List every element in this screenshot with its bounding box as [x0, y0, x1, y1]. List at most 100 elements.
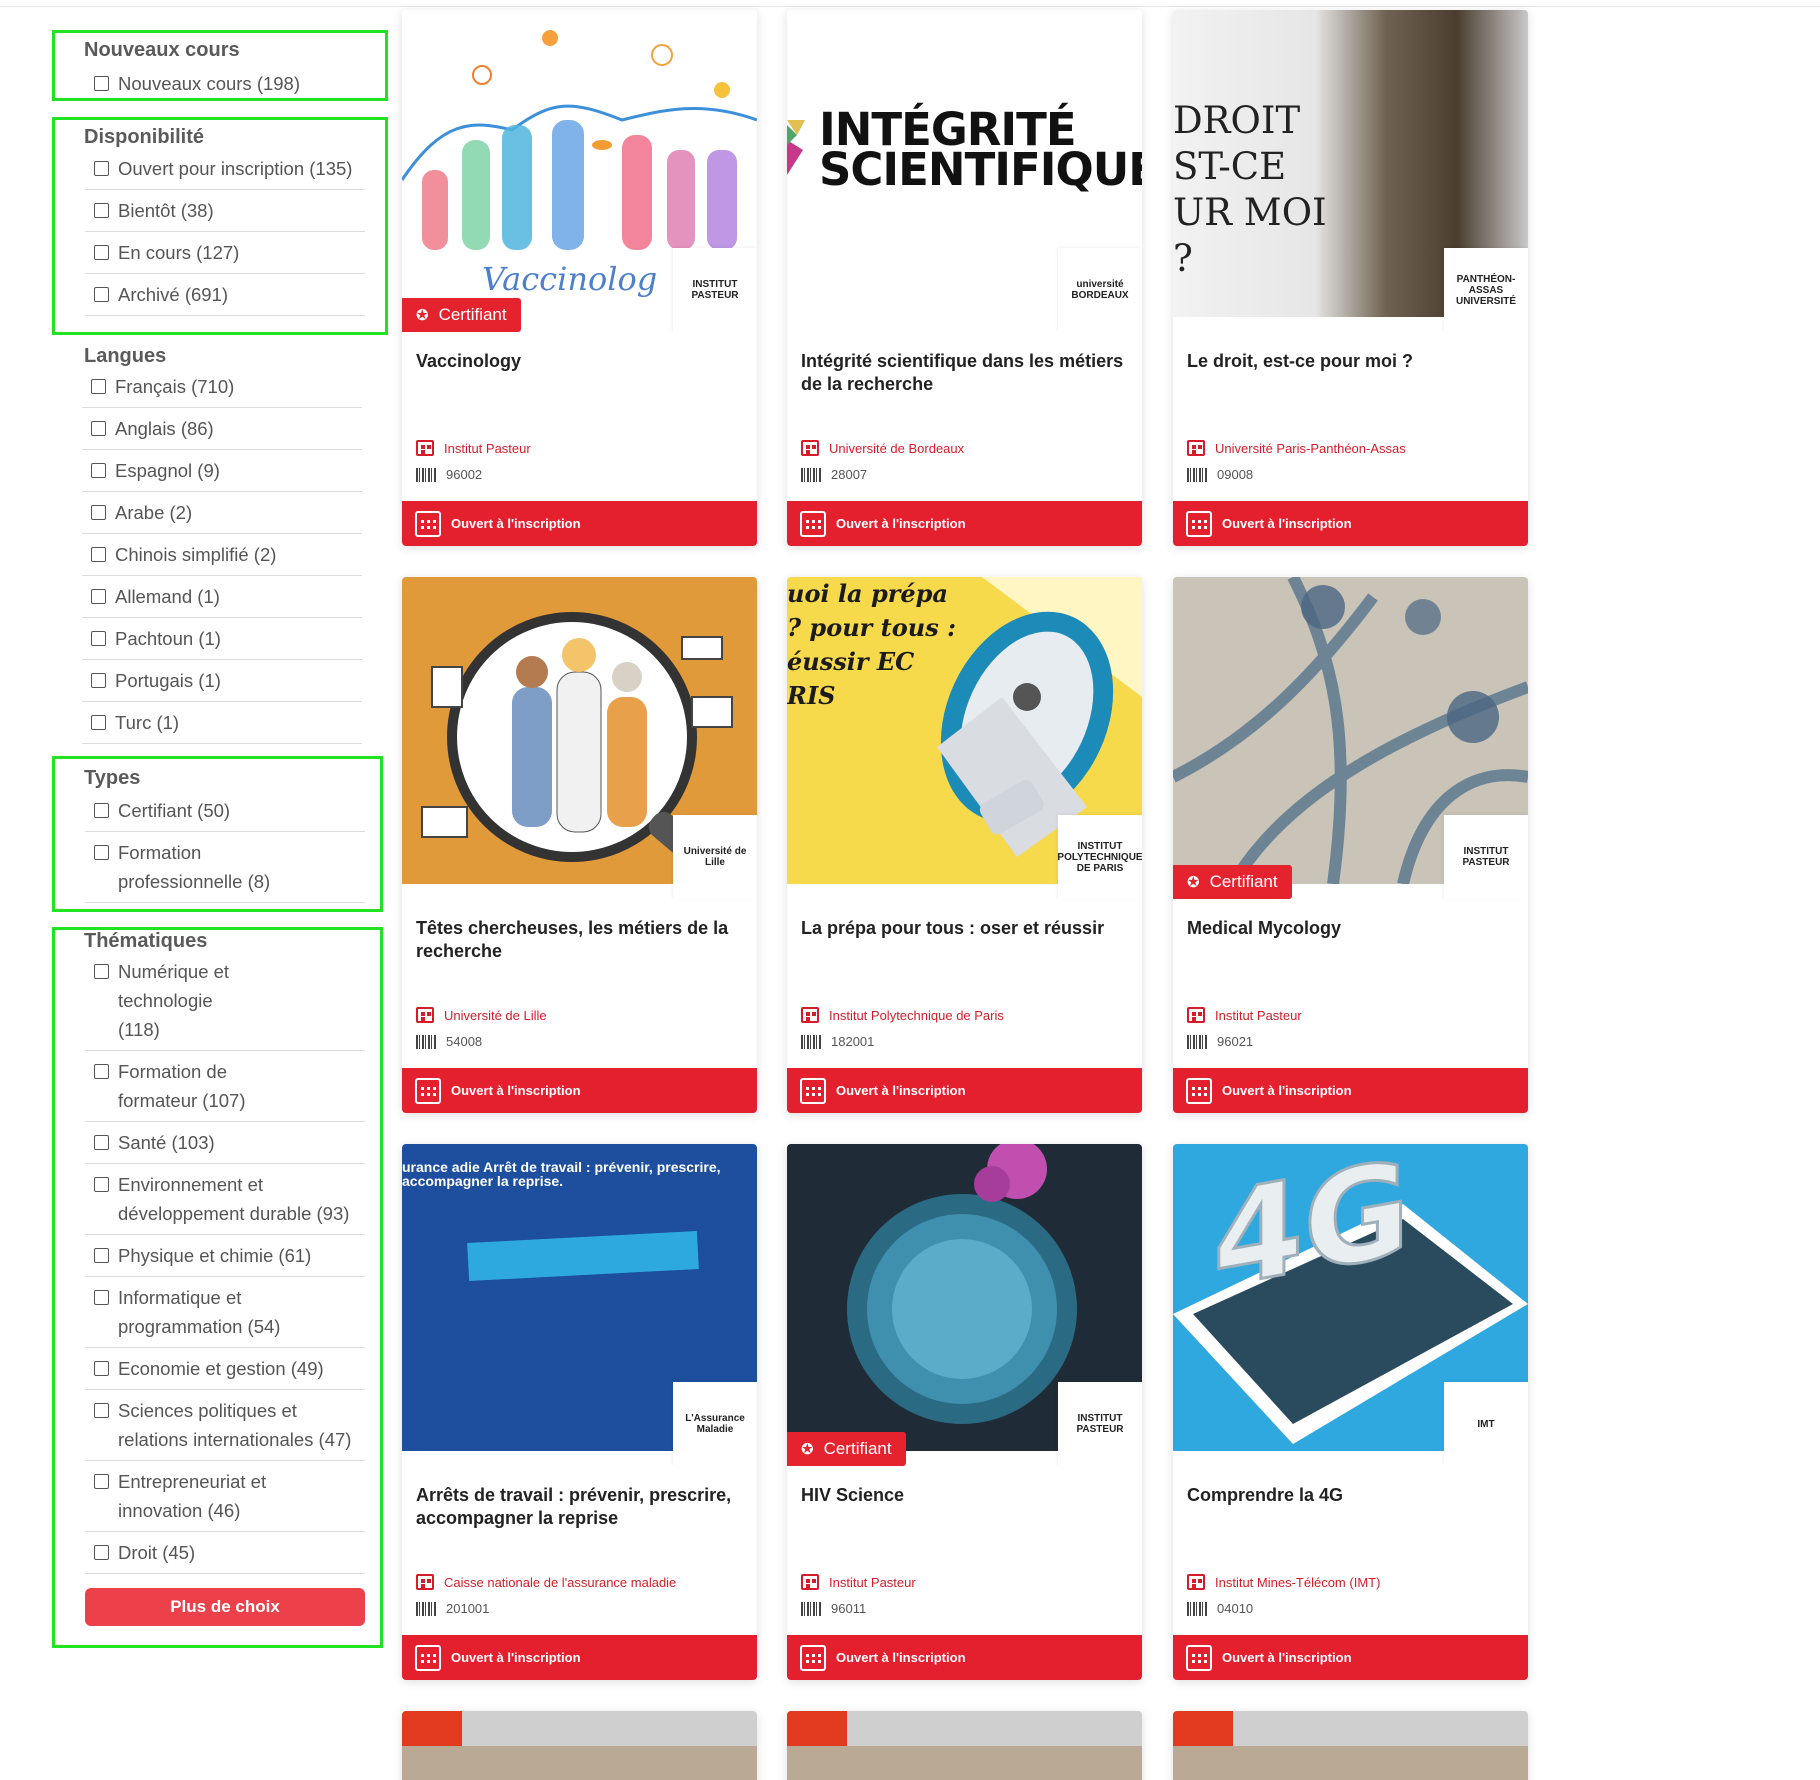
- checkbox[interactable]: [91, 547, 106, 562]
- course-code: 182001: [801, 1034, 874, 1049]
- filter-group-new-courses: Nouveaux cours Nouveaux cours (198): [52, 30, 388, 101]
- course-card-partial[interactable]: [787, 1711, 1142, 1780]
- checkbox[interactable]: [91, 589, 106, 604]
- course-title[interactable]: Arrêts de travail : prévenir, prescrire,…: [416, 1484, 746, 1530]
- filter-option[interactable]: Allemand (1): [82, 576, 362, 618]
- filter-option[interactable]: Informatique et programmation (54): [85, 1277, 365, 1348]
- institution-logo: INSTITUT PASTEUR: [1058, 1382, 1142, 1466]
- enrollment-status-bar[interactable]: Ouvert à l'inscription: [1173, 501, 1528, 546]
- enrollment-status-bar[interactable]: Ouvert à l'inscription: [787, 1068, 1142, 1113]
- course-title[interactable]: HIV Science: [801, 1484, 1131, 1507]
- certificate-badge: ✪ Certifiant: [1173, 865, 1292, 899]
- course-title[interactable]: Le droit, est-ce pour moi ?: [1187, 350, 1517, 373]
- filter-option[interactable]: Anglais (86): [82, 408, 362, 450]
- course-organization: Institut Pasteur: [801, 1574, 916, 1590]
- filter-option[interactable]: Numérique et technologie (118): [85, 953, 365, 1051]
- enrollment-status-bar[interactable]: Ouvert à l'inscription: [402, 1635, 757, 1680]
- course-organization: Université de Bordeaux: [801, 440, 964, 456]
- course-card-partial[interactable]: [1173, 1711, 1528, 1780]
- checkbox[interactable]: [94, 1361, 109, 1376]
- filter-option[interactable]: Entrepreneuriat et innovation (46): [85, 1461, 365, 1532]
- course-title[interactable]: Vaccinology: [416, 350, 746, 373]
- filter-option[interactable]: Environnement et développement durable (…: [85, 1164, 365, 1235]
- checkbox[interactable]: [91, 631, 106, 646]
- filter-option[interactable]: Français (710): [82, 368, 362, 408]
- course-title[interactable]: Intégrité scientifique dans les métiers …: [801, 350, 1131, 396]
- enrollment-status-bar[interactable]: Ouvert à l'inscription: [787, 501, 1142, 546]
- enrollment-status-bar[interactable]: Ouvert à l'inscription: [787, 1635, 1142, 1680]
- filter-option[interactable]: Droit (45): [85, 1532, 365, 1574]
- checkbox[interactable]: [94, 1545, 109, 1560]
- filter-option[interactable]: Pachtoun (1): [82, 618, 362, 660]
- course-code: 54008: [416, 1034, 482, 1049]
- filter-option[interactable]: Portugais (1): [82, 660, 362, 702]
- checkbox[interactable]: [94, 245, 109, 260]
- filter-option[interactable]: Bientôt (38): [85, 190, 365, 232]
- filter-option[interactable]: En cours (127): [85, 232, 365, 274]
- course-organization: Institut Pasteur: [1187, 1007, 1302, 1023]
- course-card[interactable]: uoi la prépa ? pour tous : éussir EC RIS…: [787, 577, 1142, 1113]
- filter-option[interactable]: Formation de formateur (107): [85, 1051, 365, 1122]
- filter-option[interactable]: Economie et gestion (49): [85, 1348, 365, 1390]
- checkbox[interactable]: [94, 1135, 109, 1150]
- filter-option[interactable]: Certifiant (50): [85, 796, 365, 832]
- building-icon: [416, 1574, 434, 1590]
- course-card[interactable]: DROIT ST-CE UR MOI ? PANTHÉON-ASSAS UNIVE…: [1173, 10, 1528, 546]
- enrollment-status-bar[interactable]: Ouvert à l'inscription: [1173, 1635, 1528, 1680]
- calendar-icon: [800, 510, 826, 537]
- enrollment-status-bar[interactable]: Ouvert à l'inscription: [402, 501, 757, 546]
- course-card-partial[interactable]: [402, 1711, 757, 1780]
- course-card[interactable]: INSTITUT PASTEUR ✪ Certifiant HIV Science In…: [787, 1144, 1142, 1680]
- filter-option[interactable]: Santé (103): [85, 1122, 365, 1164]
- course-card[interactable]: Vaccinolog INSTITUT PASTEUR ✪ Certifiant Vac…: [402, 10, 757, 546]
- institution-logo: IMT: [1444, 1382, 1528, 1466]
- course-card[interactable]: Université de Lille Têtes chercheuses, le…: [402, 577, 757, 1113]
- institution-logo: INSTITUT PASTEUR: [673, 248, 757, 332]
- checkbox[interactable]: [91, 463, 106, 478]
- filter-group-types: Types Certifiant (50) Formation professi…: [52, 756, 383, 912]
- filter-option[interactable]: Turc (1): [82, 702, 362, 744]
- checkbox[interactable]: [91, 379, 106, 394]
- checkbox[interactable]: [94, 203, 109, 218]
- filter-option[interactable]: Archivé (691): [85, 274, 365, 316]
- checkbox[interactable]: [91, 421, 106, 436]
- enrollment-status-bar[interactable]: Ouvert à l'inscription: [1173, 1068, 1528, 1113]
- checkbox[interactable]: [94, 1290, 109, 1305]
- checkbox[interactable]: [94, 1474, 109, 1489]
- course-code: 96002: [416, 467, 482, 482]
- filter-option[interactable]: Espagnol (9): [82, 450, 362, 492]
- checkbox[interactable]: [91, 505, 106, 520]
- filter-option[interactable]: Physique et chimie (61): [85, 1235, 365, 1277]
- calendar-icon: [800, 1644, 826, 1671]
- course-title[interactable]: La prépa pour tous : oser et réussir: [801, 917, 1131, 940]
- checkbox[interactable]: [94, 1177, 109, 1192]
- course-title[interactable]: Têtes chercheuses, les métiers de la rec…: [416, 917, 746, 963]
- course-card[interactable]: 4G IMT Comprendre la 4G Institut Mines-Télé…: [1173, 1144, 1528, 1680]
- course-card[interactable]: INSTITUT PASTEUR ✪ Certifiant Medical Mycol…: [1173, 577, 1528, 1113]
- checkbox[interactable]: [94, 287, 109, 302]
- checkbox[interactable]: [91, 673, 106, 688]
- checkbox[interactable]: [94, 76, 109, 91]
- certificate-badge: ✪ Certifiant: [787, 1432, 906, 1466]
- filter-option[interactable]: Arabe (2): [82, 492, 362, 534]
- filter-option[interactable]: Nouveaux cours (198): [85, 69, 365, 98]
- course-card[interactable]: INTÉGRITÉ SCIENTIFIQUE université BORDEAU…: [787, 10, 1142, 546]
- course-card[interactable]: urance adie Arrêt de travail : prévenir,…: [402, 1144, 757, 1680]
- building-icon: [416, 440, 434, 456]
- checkbox[interactable]: [94, 964, 109, 979]
- filter-option[interactable]: Sciences politiques et relations interna…: [85, 1390, 365, 1461]
- filter-option[interactable]: Formation professionnelle (8): [85, 832, 365, 903]
- checkbox[interactable]: [94, 161, 109, 176]
- filter-option[interactable]: Chinois simplifié (2): [82, 534, 362, 576]
- checkbox[interactable]: [91, 715, 106, 730]
- enrollment-status-bar[interactable]: Ouvert à l'inscription: [402, 1068, 757, 1113]
- filter-option[interactable]: Ouvert pour inscription (135): [85, 154, 365, 190]
- checkbox[interactable]: [94, 1403, 109, 1418]
- checkbox[interactable]: [94, 1248, 109, 1263]
- checkbox[interactable]: [94, 803, 109, 818]
- course-title[interactable]: Medical Mycology: [1187, 917, 1517, 940]
- more-choices-button[interactable]: Plus de choix: [85, 1588, 365, 1626]
- checkbox[interactable]: [94, 1064, 109, 1079]
- checkbox[interactable]: [94, 845, 109, 860]
- course-title[interactable]: Comprendre la 4G: [1187, 1484, 1517, 1507]
